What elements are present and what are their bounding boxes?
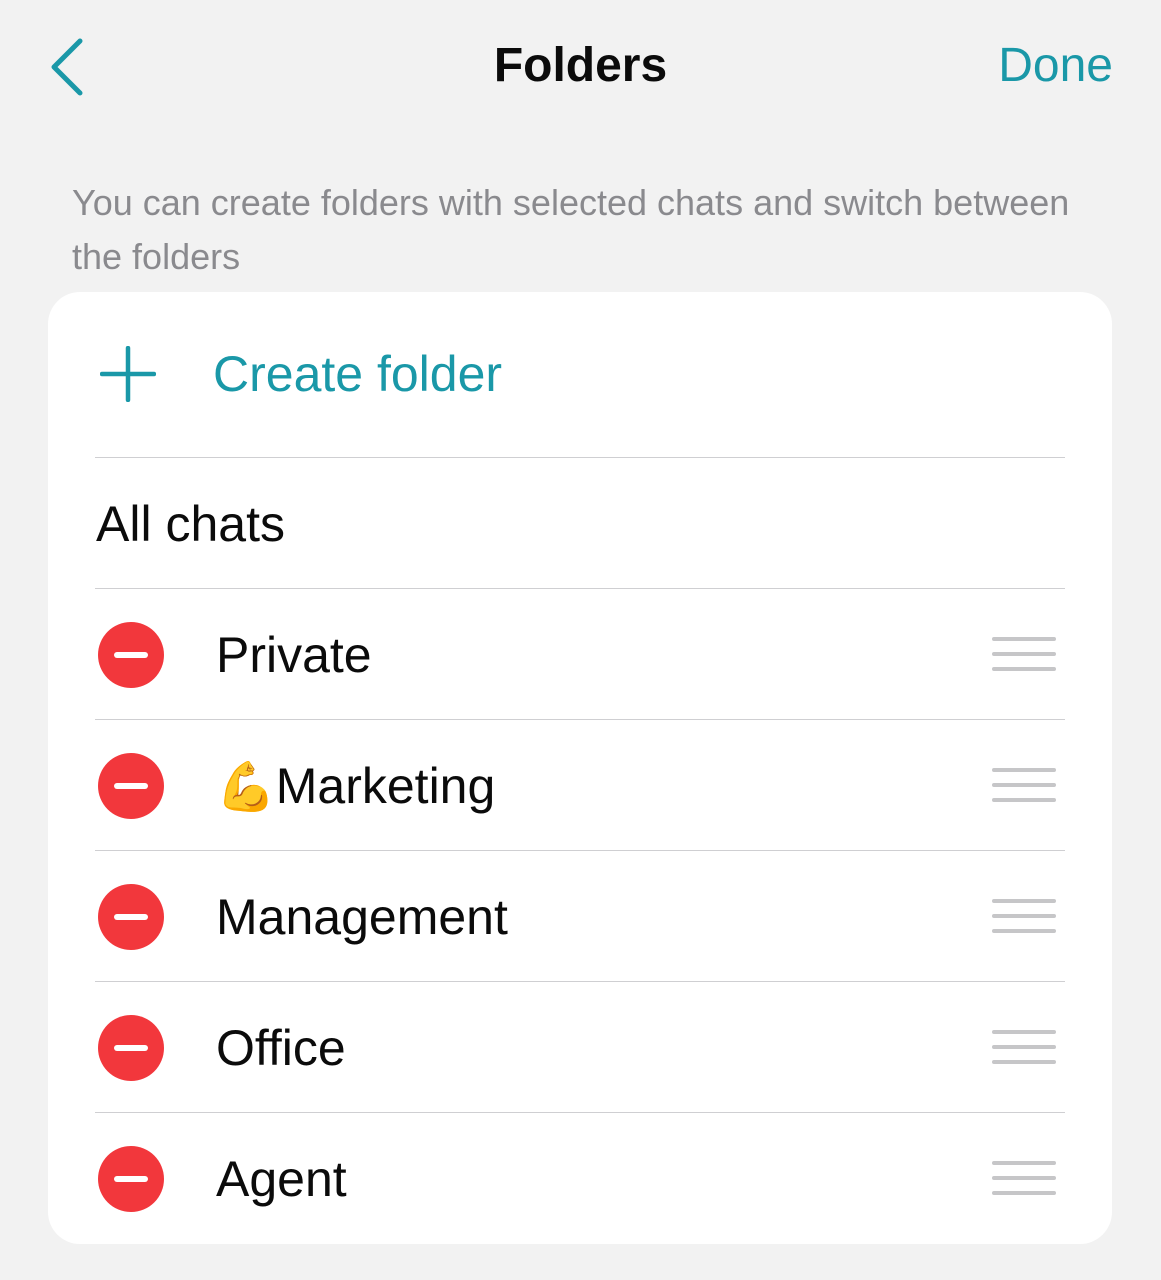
folders-description: You can create folders with selected cha… [72, 182, 1070, 277]
navigation-bar: Folders Done [0, 0, 1161, 130]
delete-folder-button[interactable] [98, 622, 164, 688]
drag-handle-icon[interactable] [992, 768, 1056, 802]
folder-row-management[interactable]: Management [48, 851, 1112, 981]
folder-name: 💪Marketing [216, 756, 495, 817]
delete-folder-button[interactable] [98, 1015, 164, 1081]
flexed-biceps-icon: 💪 [216, 759, 276, 815]
delete-folder-button[interactable] [98, 884, 164, 950]
folder-name: Private [216, 625, 372, 686]
folder-name: Management [216, 887, 508, 948]
folder-row-agent[interactable]: Agent [48, 1113, 1112, 1243]
folders-card: Create folder All chats Private 💪Marketi… [48, 292, 1112, 1244]
folder-row-marketing[interactable]: 💪Marketing [48, 720, 1112, 850]
all-chats-row[interactable]: All chats [48, 458, 1112, 588]
done-button[interactable]: Done [998, 38, 1113, 94]
drag-handle-icon[interactable] [992, 637, 1056, 671]
folder-name: Agent [216, 1149, 347, 1210]
folder-name-text: Agent [216, 1151, 347, 1207]
folder-row-private[interactable]: Private [48, 589, 1112, 719]
create-folder-label: Create folder [213, 346, 503, 402]
page-title: Folders [493, 39, 668, 92]
drag-handle-icon[interactable] [992, 1161, 1056, 1195]
delete-folder-button[interactable] [98, 753, 164, 819]
folder-name: Office [216, 1018, 346, 1079]
folder-name-text: Office [216, 1020, 346, 1076]
all-chats-label: All chats [96, 496, 285, 552]
drag-handle-icon[interactable] [992, 1030, 1056, 1064]
folder-name-text: Marketing [275, 758, 496, 814]
plus-icon [100, 346, 156, 402]
create-folder-row[interactable]: Create folder [48, 292, 1112, 422]
folder-name-text: Private [216, 627, 372, 683]
folder-row-office[interactable]: Office [48, 982, 1112, 1112]
delete-folder-button[interactable] [98, 1146, 164, 1212]
folder-name-text: Management [216, 889, 508, 945]
drag-handle-icon[interactable] [992, 899, 1056, 933]
